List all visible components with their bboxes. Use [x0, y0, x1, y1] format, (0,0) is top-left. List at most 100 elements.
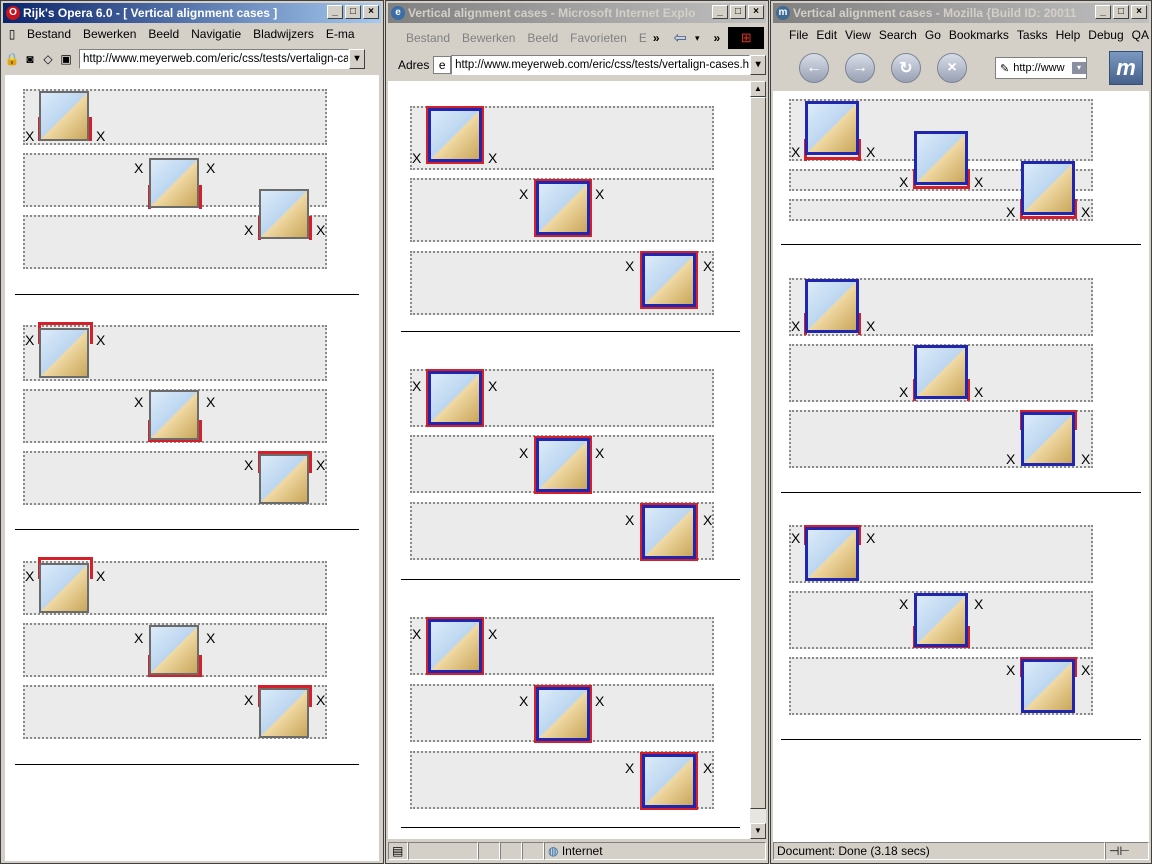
menu-debug[interactable]: Debug — [1084, 25, 1127, 45]
mozilla-window: m Vertical alignment cases - Mozilla {Bu… — [770, 0, 1152, 864]
close-button[interactable]: × — [363, 5, 379, 19]
test-image — [805, 279, 859, 333]
x-marker: X — [316, 692, 326, 708]
x-marker: X — [791, 144, 801, 160]
address-input[interactable]: http://www.meyerweb.com/eric/css/tests/v… — [79, 49, 349, 69]
menu-bar: Bestand Bewerken Beeld Favorieten E » ⇦ … — [388, 27, 766, 49]
menu-email[interactable]: E-ma — [320, 24, 361, 44]
x-marker: X — [866, 530, 876, 546]
menu-qa[interactable]: QA — [1128, 25, 1149, 45]
menu-search[interactable]: Search — [875, 25, 921, 45]
menu-navigatie[interactable]: Navigatie — [185, 24, 247, 44]
divider — [401, 827, 740, 828]
x-marker: X — [244, 457, 254, 473]
address-input[interactable]: http://www.meyerweb.com/eric/css/tests/v… — [451, 55, 751, 75]
page-proxy-icon[interactable]: ✎ — [1000, 62, 1009, 75]
connection-icon: ⊣⊢ — [1105, 842, 1149, 860]
x-marker: X — [206, 394, 216, 410]
minimize-button[interactable]: _ — [712, 5, 728, 19]
divider — [781, 739, 1141, 740]
x-marker: X — [625, 258, 635, 274]
menu-bar: File Edit View Search Go Bookmarks Tasks… — [773, 25, 1149, 45]
mozilla-throbber-icon[interactable]: m — [1109, 51, 1143, 85]
x-marker: X — [134, 160, 144, 176]
page-icon: ▯ — [8, 27, 16, 41]
scroll-down-button[interactable]: ▼ — [750, 823, 766, 839]
x-marker: X — [899, 384, 909, 400]
test-image — [640, 752, 698, 810]
scrollbar-thumb[interactable] — [750, 97, 766, 809]
menu-bestand[interactable]: Bestand — [21, 24, 77, 44]
window-title: Vertical alignment cases - Microsoft Int… — [408, 6, 696, 20]
test-image — [259, 454, 309, 504]
x-marker: X — [899, 174, 909, 190]
menu-tasks[interactable]: Tasks — [1013, 25, 1052, 45]
eraser-icon[interactable]: ◇ — [39, 50, 57, 68]
x-marker: X — [866, 318, 876, 334]
ie-titlebar[interactable]: e Vertical alignment cases - Microsoft I… — [388, 3, 766, 23]
menu-file[interactable]: File — [773, 25, 812, 45]
menu-bookmarks[interactable]: Bookmarks — [945, 25, 1013, 45]
opera-titlebar[interactable]: O Rijk's Opera 6.0 - [ Vertical alignmen… — [3, 3, 381, 23]
menu-bar: ▯ Bestand Bewerken Beeld Navigatie Bladw… — [3, 24, 381, 44]
scroll-up-button[interactable]: ▲ — [750, 81, 766, 97]
chevron-icon[interactable]: » — [653, 31, 660, 45]
minimize-button[interactable]: _ — [327, 5, 343, 19]
menu-favorieten[interactable]: Favorieten — [564, 28, 633, 48]
menu-help[interactable]: Help — [1052, 25, 1085, 45]
x-marker: X — [25, 128, 35, 144]
test-image — [534, 436, 592, 494]
chevron-icon[interactable]: » — [713, 31, 720, 45]
x-marker: X — [316, 222, 326, 238]
camera-icon[interactable]: ◙ — [21, 50, 39, 68]
x-marker: X — [412, 626, 422, 642]
mozilla-titlebar[interactable]: m Vertical alignment cases - Mozilla {Bu… — [773, 3, 1149, 23]
reload-icon[interactable]: ↻ — [891, 53, 921, 83]
menu-bewerken[interactable]: Bewerken — [456, 28, 521, 48]
url-text: http://www — [1013, 62, 1065, 74]
divider — [15, 529, 359, 530]
x-marker: X — [1081, 662, 1091, 678]
menu-edit[interactable]: Edit — [812, 25, 841, 45]
status-text: Document: Done (3.18 secs) — [773, 842, 1105, 860]
menu-bestand[interactable]: Bestand — [400, 28, 456, 48]
settings-icon[interactable]: ▣ — [57, 50, 75, 68]
maximize-button[interactable]: □ — [345, 5, 361, 19]
minimize-button[interactable]: _ — [1095, 5, 1111, 19]
test-image — [914, 593, 968, 647]
stop-icon[interactable]: × — [937, 53, 967, 83]
menu-go[interactable]: Go — [921, 25, 945, 45]
x-marker: X — [625, 760, 635, 776]
window-title: Vertical alignment cases - Mozilla {Buil… — [793, 6, 1077, 20]
chevron-down-icon[interactable]: ▾ — [695, 33, 700, 44]
x-marker: X — [866, 144, 876, 160]
mozilla-logo-icon: m — [776, 6, 790, 20]
x-marker: X — [519, 693, 529, 709]
forward-icon[interactable]: → — [845, 53, 875, 83]
address-dropdown-button[interactable]: ▾ — [750, 55, 766, 75]
test-image — [805, 527, 859, 581]
x-marker: X — [595, 186, 605, 202]
menu-bewerken[interactable]: Bewerken — [77, 24, 142, 44]
close-button[interactable]: × — [748, 5, 764, 19]
x-marker: X — [244, 692, 254, 708]
menu-beeld[interactable]: Beeld — [142, 24, 185, 44]
maximize-button[interactable]: □ — [730, 5, 746, 19]
back-icon[interactable]: ⇦ — [674, 28, 687, 48]
menu-bladwijzers[interactable]: Bladwijzers — [247, 24, 320, 44]
chevron-down-icon[interactable]: ▾ — [1072, 62, 1086, 74]
menu-more[interactable]: E — [633, 28, 653, 48]
menu-beeld[interactable]: Beeld — [521, 28, 564, 48]
test-image — [149, 390, 199, 440]
test-image — [259, 189, 309, 239]
close-button[interactable]: × — [1131, 5, 1147, 19]
url-bar[interactable]: ✎ http://www ▾ — [995, 57, 1087, 79]
back-icon[interactable]: ← — [799, 53, 829, 83]
menu-view[interactable]: View — [841, 25, 875, 45]
address-dropdown-button[interactable]: ▾ — [349, 49, 365, 69]
opera-viewport: X X X X X X X X X X X X X X X X X X — [5, 75, 379, 861]
maximize-button[interactable]: □ — [1113, 5, 1129, 19]
vertical-scrollbar[interactable]: ▲ ▼ — [750, 81, 766, 839]
test-image — [39, 328, 89, 378]
lock-icon[interactable]: 🔒 — [3, 50, 21, 68]
